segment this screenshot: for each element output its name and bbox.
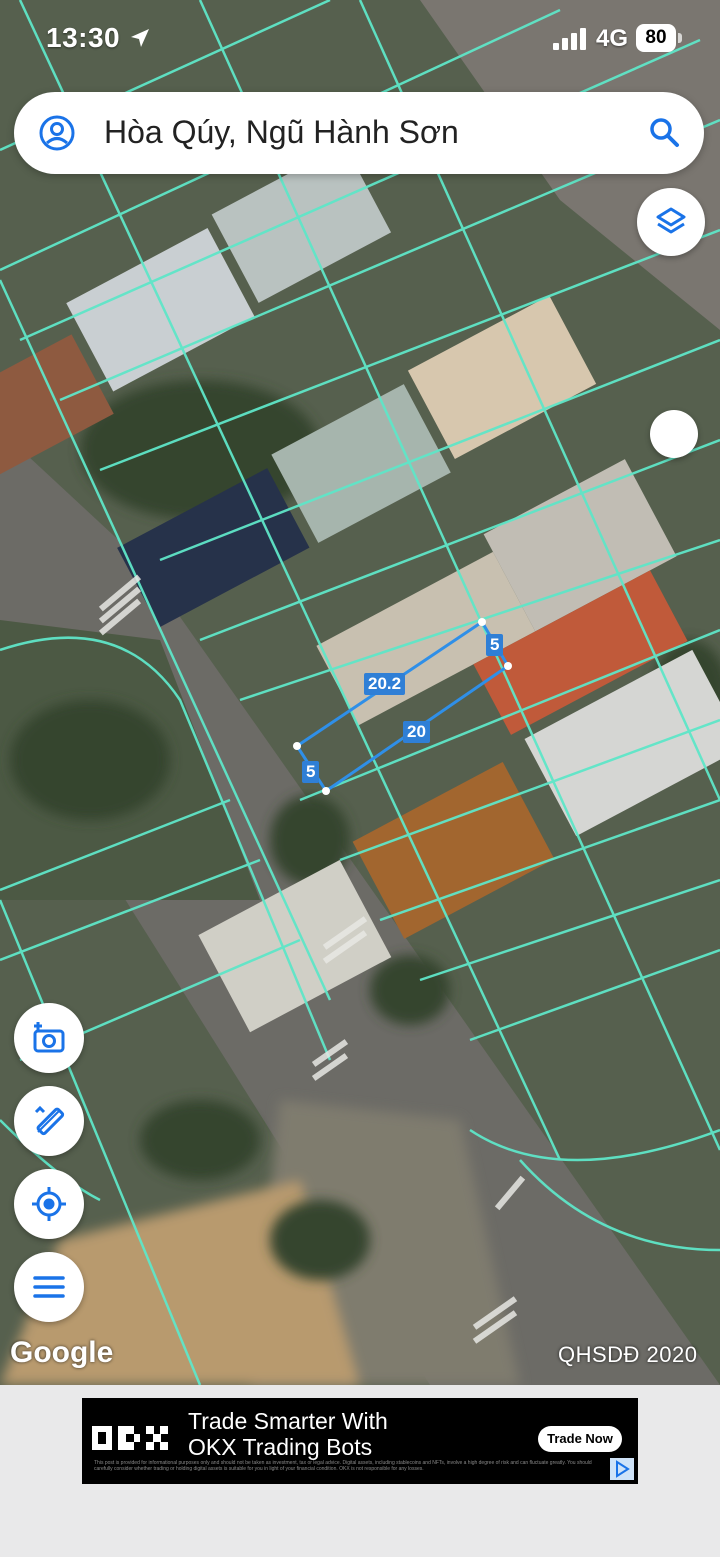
layers-icon <box>656 207 686 234</box>
account-circle-icon[interactable] <box>38 114 76 152</box>
okx-logo <box>92 1426 168 1450</box>
adchoices-icon[interactable] <box>610 1458 634 1480</box>
measurement-label-right: 5 <box>486 634 504 656</box>
map-app: 20.2 20 5 5 Google QHSDĐ 2020 13:30 4G 8… <box>0 0 720 1557</box>
map-layer-label: QHSDĐ 2020 <box>558 1342 698 1367</box>
my-location-button[interactable] <box>14 1169 84 1239</box>
measurement-label-left: 5 <box>302 761 320 783</box>
ad-title-line1: Trade Smarter With <box>188 1408 388 1434</box>
my-location-icon <box>32 1187 66 1221</box>
measure-button[interactable] <box>14 1086 84 1156</box>
add-photo-button[interactable] <box>14 1003 84 1073</box>
network-type: 4G <box>596 25 629 52</box>
battery-icon: 80 <box>636 24 682 52</box>
search-bar[interactable]: Hòa Qúy, Ngũ Hành Sơn <box>14 92 704 174</box>
location-arrow-icon <box>131 29 149 47</box>
ad-banner[interactable]: Trade Smarter With OKX Trading Bots Trad… <box>82 1398 638 1484</box>
compass-button[interactable] <box>650 410 698 458</box>
layers-button[interactable] <box>637 188 705 256</box>
ad-cta-button[interactable]: Trade Now <box>538 1426 622 1452</box>
add-photo-icon <box>33 1022 65 1053</box>
satellite-imagery <box>0 0 720 1385</box>
ad-title-line2: OKX Trading Bots <box>188 1434 373 1460</box>
search-icon[interactable] <box>646 114 682 150</box>
status-time: 13:30 <box>46 22 121 53</box>
google-attribution: Google <box>10 1336 114 1369</box>
search-input[interactable]: Hòa Qúy, Ngũ Hành Sơn <box>104 114 459 151</box>
battery-level: 80 <box>636 24 676 52</box>
satellite-map[interactable]: 20.2 20 5 5 Google QHSDĐ 2020 <box>0 0 720 1385</box>
menu-button[interactable] <box>14 1252 84 1322</box>
measurement-label-top: 20.2 <box>364 673 406 695</box>
status-bar: 13:30 4G 80 <box>0 0 720 80</box>
measure-icon <box>34 1105 65 1136</box>
measurement-label-bottom: 20 <box>403 721 430 743</box>
ad-fine-print: This post is provided for informational … <box>94 1460 592 1472</box>
menu-icon <box>33 1276 65 1298</box>
signal-icon <box>553 28 586 50</box>
